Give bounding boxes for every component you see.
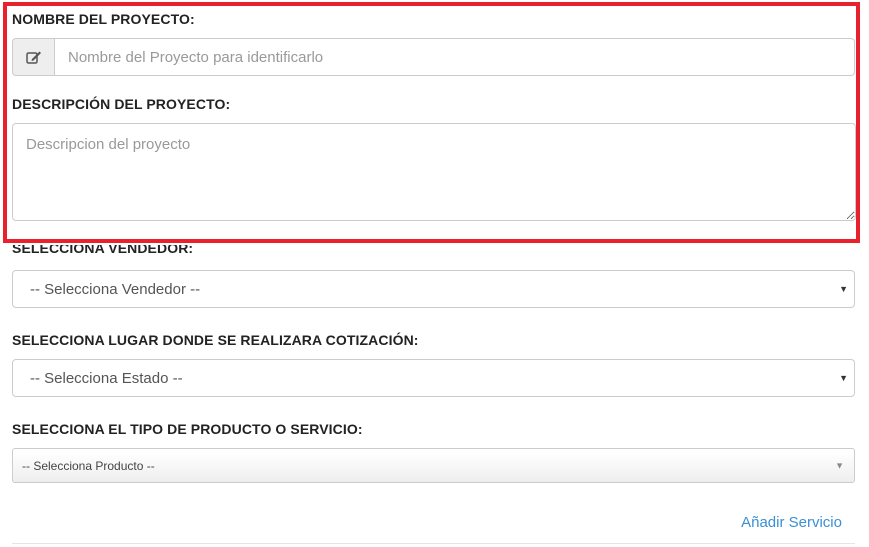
project-name-label: NOMBRE DEL PROYECTO: (12, 11, 195, 27)
caret-down-icon: ▼ (835, 460, 844, 470)
project-name-input[interactable] (54, 38, 855, 76)
caret-down-icon: ▼ (839, 373, 848, 383)
project-description-textarea[interactable] (12, 123, 856, 221)
caret-down-icon: ▼ (839, 284, 848, 294)
location-label: SELECCIONA LUGAR DONDE SE REALIZARA COTI… (12, 332, 419, 348)
product-type-label: SELECCIONA EL TIPO DE PRODUCTO O SERVICI… (12, 421, 363, 437)
add-service-link[interactable]: Añadir Servicio (741, 514, 842, 531)
product-type-select-value: -- Selecciona Producto -- (22, 458, 155, 473)
divider (12, 543, 855, 544)
location-select[interactable]: -- Selecciona Estado -- ▼ (12, 359, 855, 397)
seller-select[interactable]: -- Selecciona Vendedor -- ▼ (12, 270, 855, 308)
seller-label: SELECCIONA VENDEDOR: (12, 240, 194, 256)
seller-select-value: -- Selecciona Vendedor -- (30, 280, 201, 298)
product-type-select[interactable]: -- Selecciona Producto -- ▼ (12, 448, 855, 483)
location-select-value: -- Selecciona Estado -- (30, 369, 183, 387)
project-description-label: DESCRIPCIÓN DEL PROYECTO: (12, 96, 231, 112)
edit-icon (12, 38, 54, 76)
project-name-group (12, 38, 855, 76)
